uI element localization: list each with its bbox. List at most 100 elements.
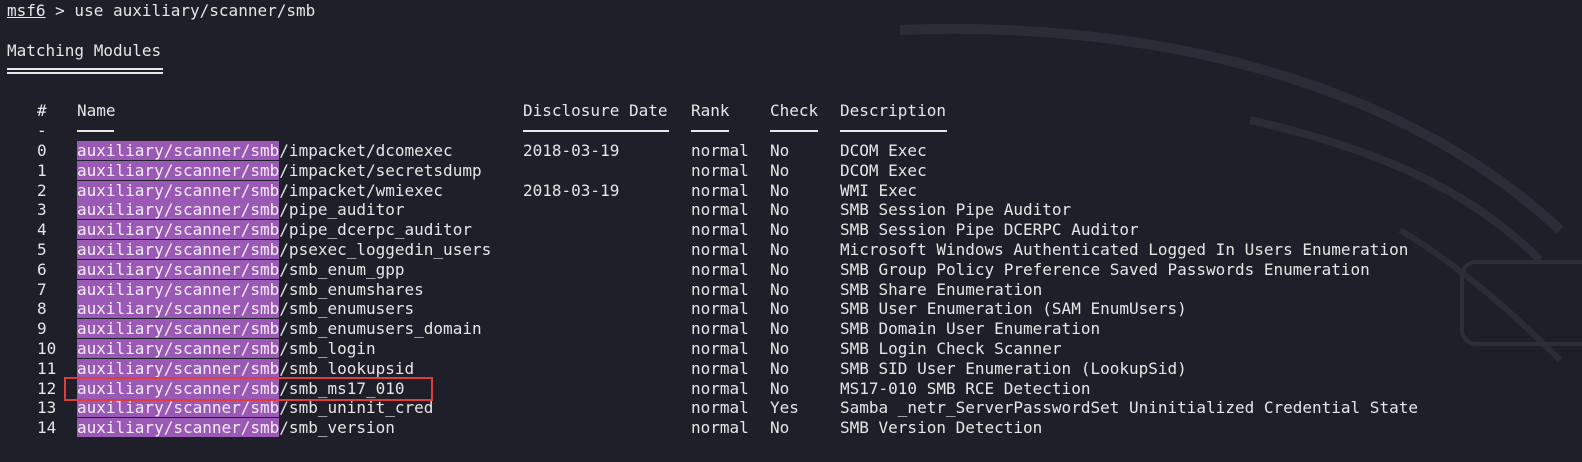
col-rule-desc [840,130,947,132]
cell-rank: normal [691,398,749,418]
cell-rank: normal [691,418,749,438]
cell-check: No [770,358,790,378]
cell-check: No [770,319,790,339]
module-path-highlight: auxiliary/scanner/smb [77,319,280,339]
module-path-suffix: /smb_version [279,418,395,438]
module-path-suffix: /psexec_loggedin_users [279,240,492,259]
cell-check: No [770,220,790,240]
cell-name: auxiliary/scanner/smb/smb_enumusers [77,299,414,319]
module-path-suffix: /smb_login [279,339,376,358]
cell-check: No [770,259,790,279]
module-path-highlight: auxiliary/scanner/smb [77,398,280,418]
col-header-date: Disclosure Date [523,101,668,120]
cell-date: 2018-03-19 [523,141,620,160]
cell-name: auxiliary/scanner/smb/psexec_loggedin_us… [77,240,491,260]
cell-rank: normal [691,200,749,220]
module-path-highlight: auxiliary/scanner/smb [77,358,280,378]
cell-num: 10 [37,339,57,358]
cell-num: 3 [37,200,47,220]
cell-desc: SMB User Enumeration (SAM EnumUsers) [840,299,1187,319]
cell-num: 8 [37,299,47,319]
cell-name: auxiliary/scanner/smb/smb_login [77,339,376,359]
module-path-highlight: auxiliary/scanner/smb [77,259,280,279]
col-rule-num: - [37,121,47,140]
module-path-suffix: /smb_enumusers [279,299,415,319]
cell-desc: DCOM Exec [840,160,927,180]
cell-check: Yes [770,398,799,418]
col-header-check: Check [770,101,819,120]
module-path-suffix: /smb_lookupsid [279,358,415,378]
cell-rank: normal [691,319,749,339]
cell-check: No [770,180,790,200]
module-path-highlight: auxiliary/scanner/smb [77,220,280,240]
cell-num: 0 [37,141,47,160]
module-path-highlight: auxiliary/scanner/smb [77,299,280,319]
module-path-suffix: /impacket/secretsdump [279,160,482,180]
cell-rank: normal [691,141,749,160]
cell-check: No [770,418,790,438]
cell-num: 11 [37,358,57,378]
cell-check: No [770,141,790,160]
cell-rank: normal [691,378,749,398]
cell-check: No [770,240,790,259]
module-path-suffix: /smb_enumshares [279,279,424,299]
cell-name: auxiliary/scanner/smb/smb_lookupsid [77,358,415,379]
cell-num: 7 [37,279,47,299]
module-path-highlight: auxiliary/scanner/smb [77,240,280,259]
module-path-highlight: auxiliary/scanner/smb [77,339,280,358]
cell-check: No [770,200,790,220]
cell-num: 9 [37,319,47,339]
module-path-highlight: auxiliary/scanner/smb [77,141,280,160]
module-path-suffix: /smb_enumusers_domain [279,319,482,339]
command-text: > use auxiliary/scanner/smb [45,1,316,20]
cell-num: 1 [37,160,47,180]
cell-desc: Samba _netr_ServerPasswordSet Uninitiali… [840,398,1418,418]
cell-num: 2 [37,180,47,200]
cell-check: No [770,279,790,299]
module-path-highlight: auxiliary/scanner/smb [77,279,280,299]
prompt-name: msf6 [7,1,46,20]
cell-num: 6 [37,259,47,279]
annotation-highlight-box [64,377,433,401]
cell-rank: normal [691,299,749,319]
cell-name: auxiliary/scanner/smb/pipe_dcerpc_audito… [77,220,472,240]
cell-name: auxiliary/scanner/smb/smb_enumusers_doma… [77,319,482,339]
cell-name: auxiliary/scanner/smb/impacket/wmiexec [77,180,444,201]
section-title-underline [7,68,163,74]
cell-rank: normal [691,220,749,240]
cell-num: 5 [37,240,47,259]
cell-desc: SMB Session Pipe DCERPC Auditor [840,220,1139,240]
cell-desc: WMI Exec [840,180,918,200]
cell-desc: SMB Login Check Scanner [840,339,1062,358]
cell-rank: normal [691,279,749,299]
cell-name: auxiliary/scanner/smb/smb_uninit_cred [77,398,433,418]
cell-desc: SMB Domain User Enumeration [840,319,1101,339]
col-rule-rank [691,130,729,132]
module-path-suffix: /smb_uninit_cred [279,398,434,418]
cell-rank: normal [691,339,749,358]
cell-num: 4 [37,220,47,240]
cell-name: auxiliary/scanner/smb/smb_enum_gpp [77,259,405,280]
command-line: msf6 > use auxiliary/scanner/smb [7,1,315,21]
cell-desc: MS17-010 SMB RCE Detection [840,378,1091,398]
cell-check: No [770,160,790,180]
cell-name: auxiliary/scanner/smb/smb_version [77,418,395,438]
cell-name: auxiliary/scanner/smb/impacket/dcomexec [77,141,453,161]
cell-desc: Microsoft Windows Authenticated Logged I… [840,240,1409,259]
col-header-name: Name [77,101,116,120]
module-path-highlight: auxiliary/scanner/smb [77,160,280,180]
cell-num: 14 [37,418,57,438]
cell-num: 13 [37,398,57,418]
module-path-suffix: /smb_enum_gpp [279,259,405,279]
cell-rank: normal [691,259,749,279]
cell-check: No [770,299,790,319]
cell-desc: SMB Version Detection [840,418,1043,438]
col-rule-date [523,130,669,132]
col-rule-check [770,130,818,132]
module-path-suffix: /impacket/dcomexec [279,141,453,160]
cell-name: auxiliary/scanner/smb/impacket/secretsdu… [77,160,482,181]
module-path-suffix: /impacket/wmiexec [279,180,444,200]
cell-date: 2018-03-19 [523,180,620,200]
cell-num: 12 [37,378,57,398]
cell-name: auxiliary/scanner/smb/pipe_auditor [77,200,405,220]
